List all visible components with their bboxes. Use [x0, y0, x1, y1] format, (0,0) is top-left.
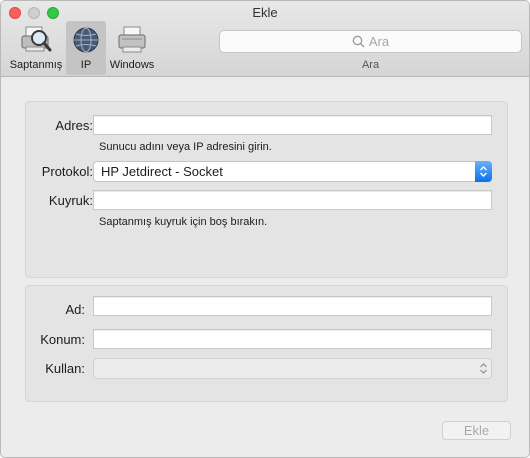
- toolbar-item-default-label: Saptanmış: [9, 59, 63, 71]
- address-label: Adres:: [55, 118, 93, 133]
- default-printer-icon: [21, 26, 52, 52]
- search-input[interactable]: Ara: [219, 30, 522, 53]
- search-placeholder: Ara: [368, 34, 390, 49]
- use-label: Kullan:: [45, 361, 85, 376]
- name-field[interactable]: [93, 296, 492, 316]
- toolbar: Ekle Saptanmış IP Windows Ara Ara: [1, 1, 529, 77]
- use-select[interactable]: [93, 358, 492, 379]
- add-printer-window: Ekle Saptanmış IP Windows Ara Ara Adres:…: [0, 0, 530, 458]
- location-label: Konum:: [40, 332, 85, 347]
- search-caption: Ara: [361, 59, 380, 71]
- queue-hint: Saptanmış kuyruk için boş bırakın.: [99, 216, 268, 228]
- location-field[interactable]: [93, 329, 492, 349]
- toolbar-item-windows[interactable]: Windows: [107, 21, 157, 75]
- toolbar-item-windows-label: Windows: [109, 59, 155, 71]
- toolbar-item-ip-label: IP: [80, 59, 92, 71]
- address-field[interactable]: [93, 115, 492, 135]
- protocol-value: HP Jetdirect - Socket: [101, 164, 223, 179]
- window-title: Ekle: [252, 5, 278, 20]
- printer-info-panel: Ad: Konum: Kullan:: [25, 285, 508, 402]
- chevron-updown-icon: [475, 358, 492, 379]
- chevron-updown-icon: [475, 161, 492, 182]
- connection-panel: Adres: Sunucu adını veya IP adresini gir…: [25, 101, 508, 278]
- protocol-label: Protokol:: [41, 164, 93, 179]
- search-icon: [352, 35, 365, 48]
- ip-globe-icon: [73, 27, 99, 53]
- name-label: Ad:: [65, 302, 85, 317]
- address-hint: Sunucu adını veya IP adresini girin.: [99, 141, 272, 153]
- protocol-select[interactable]: HP Jetdirect - Socket: [93, 161, 492, 182]
- add-button[interactable]: Ekle: [442, 421, 511, 440]
- queue-field[interactable]: [93, 190, 492, 210]
- toolbar-item-default[interactable]: Saptanmış: [7, 21, 65, 75]
- queue-label: Kuyruk:: [48, 193, 93, 208]
- toolbar-item-ip[interactable]: IP: [66, 21, 106, 75]
- windows-printer-icon: [118, 26, 146, 53]
